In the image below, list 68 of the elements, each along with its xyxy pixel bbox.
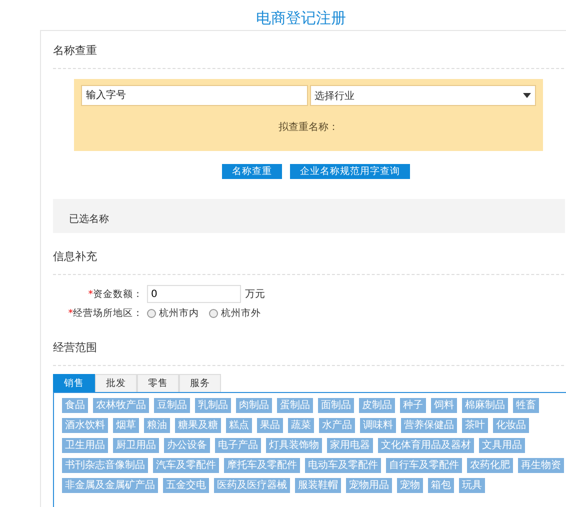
region-radio[interactable]: 杭州市外	[209, 307, 261, 320]
category-tag[interactable]: 种子	[400, 398, 426, 413]
category-tag[interactable]: 非金属及金属矿产品	[62, 478, 158, 493]
category-tag[interactable]: 酒水饮料	[62, 418, 108, 433]
category-tag[interactable]: 电子产品	[215, 438, 261, 453]
category-tag[interactable]: 水产品	[319, 418, 355, 433]
category-tag[interactable]: 食品	[62, 398, 88, 413]
category-tag[interactable]: 再生物资	[518, 458, 564, 473]
caret-icon	[523, 93, 531, 98]
section-heading: 名称查重	[53, 43, 98, 58]
category-tag[interactable]: 调味料	[360, 418, 396, 433]
category-tag[interactable]: 文具用品	[479, 438, 525, 453]
scope-tab[interactable]: 销售	[53, 374, 95, 392]
category-tag[interactable]: 豆制品	[154, 398, 190, 413]
category-tag[interactable]: 电动车及零配件	[305, 458, 381, 473]
category-tag[interactable]: 化妆品	[493, 418, 529, 433]
industry-select[interactable]: 选择行业	[310, 85, 536, 106]
category-tag[interactable]: 蛋制品	[277, 398, 313, 413]
category-tag[interactable]: 书刊杂志音像制品	[62, 458, 148, 473]
name-field[interactable]: 输入字号	[81, 85, 308, 106]
category-tag[interactable]: 果品	[257, 418, 283, 433]
preview-label: 拟查重名称：	[278, 120, 340, 134]
category-tag[interactable]: 棉麻制品	[462, 398, 508, 413]
category-tag[interactable]: 厨卫用品	[113, 438, 159, 453]
category-tag[interactable]: 摩托车及零配件	[224, 458, 300, 473]
category-tag[interactable]: 农药化肥	[467, 458, 513, 473]
category-tag[interactable]: 宠物	[397, 478, 423, 493]
category-tag[interactable]: 蔬菜	[288, 418, 314, 433]
field-label: *经营场所地区：	[67, 307, 143, 320]
category-tag[interactable]: 灯具装饰物	[266, 438, 322, 453]
category-tag[interactable]: 糖果及糖	[175, 418, 221, 433]
category-tag[interactable]: 皮制品	[359, 398, 395, 413]
category-tag[interactable]: 农林牧产品	[93, 398, 149, 413]
category-tag[interactable]: 宠物用品	[346, 478, 392, 493]
query-button[interactable]: 企业名称规范用字查询	[290, 164, 410, 179]
category-tag[interactable]: 汽车及零配件	[153, 458, 219, 473]
category-tag[interactable]: 饲料	[431, 398, 457, 413]
category-tag[interactable]: 牲畜	[513, 398, 539, 413]
category-tag[interactable]: 五金交电	[163, 478, 209, 493]
category-tag[interactable]: 家用电器	[327, 438, 373, 453]
category-tag[interactable]: 肉制品	[236, 398, 272, 413]
category-tag[interactable]: 乳制品	[195, 398, 231, 413]
category-tag[interactable]: 烟草	[113, 418, 139, 433]
page-title: 电商登记注册	[255, 8, 347, 29]
query-button[interactable]: 名称查重	[222, 164, 282, 179]
category-tag[interactable]: 医药及医疗器械	[214, 478, 290, 493]
category-tag[interactable]: 糕点	[226, 418, 252, 433]
category-tag[interactable]: 箱包	[428, 478, 454, 493]
unit-label: 万元	[245, 288, 265, 301]
selected-names-label: 已选名称	[69, 214, 109, 225]
category-tag[interactable]: 茶叶	[462, 418, 488, 433]
region-radio[interactable]: 杭州市内	[147, 307, 199, 320]
category-tag[interactable]: 卫生用品	[62, 438, 108, 453]
category-tag[interactable]: 服装鞋帽	[295, 478, 341, 493]
section-heading: 经营范围	[53, 340, 98, 355]
category-tag[interactable]: 玩具	[459, 478, 485, 493]
category-tag[interactable]: 文化体育用品及器材	[378, 438, 474, 453]
category-tag[interactable]: 营养保健品	[401, 418, 457, 433]
category-tag[interactable]: 办公设备	[164, 438, 210, 453]
category-tag[interactable]: 自行车及零配件	[386, 458, 462, 473]
field-label: *资金数额：	[87, 288, 143, 300]
section-heading: 信息补充	[53, 249, 98, 264]
category-tag[interactable]: 粮油	[144, 418, 170, 433]
capital-field[interactable]: 0	[147, 285, 241, 303]
category-tag[interactable]: 面制品	[318, 398, 354, 413]
scope-tab[interactable]: 服务	[179, 374, 221, 392]
scope-tab[interactable]: 零售	[137, 374, 179, 392]
scope-tab[interactable]: 批发	[95, 374, 137, 392]
